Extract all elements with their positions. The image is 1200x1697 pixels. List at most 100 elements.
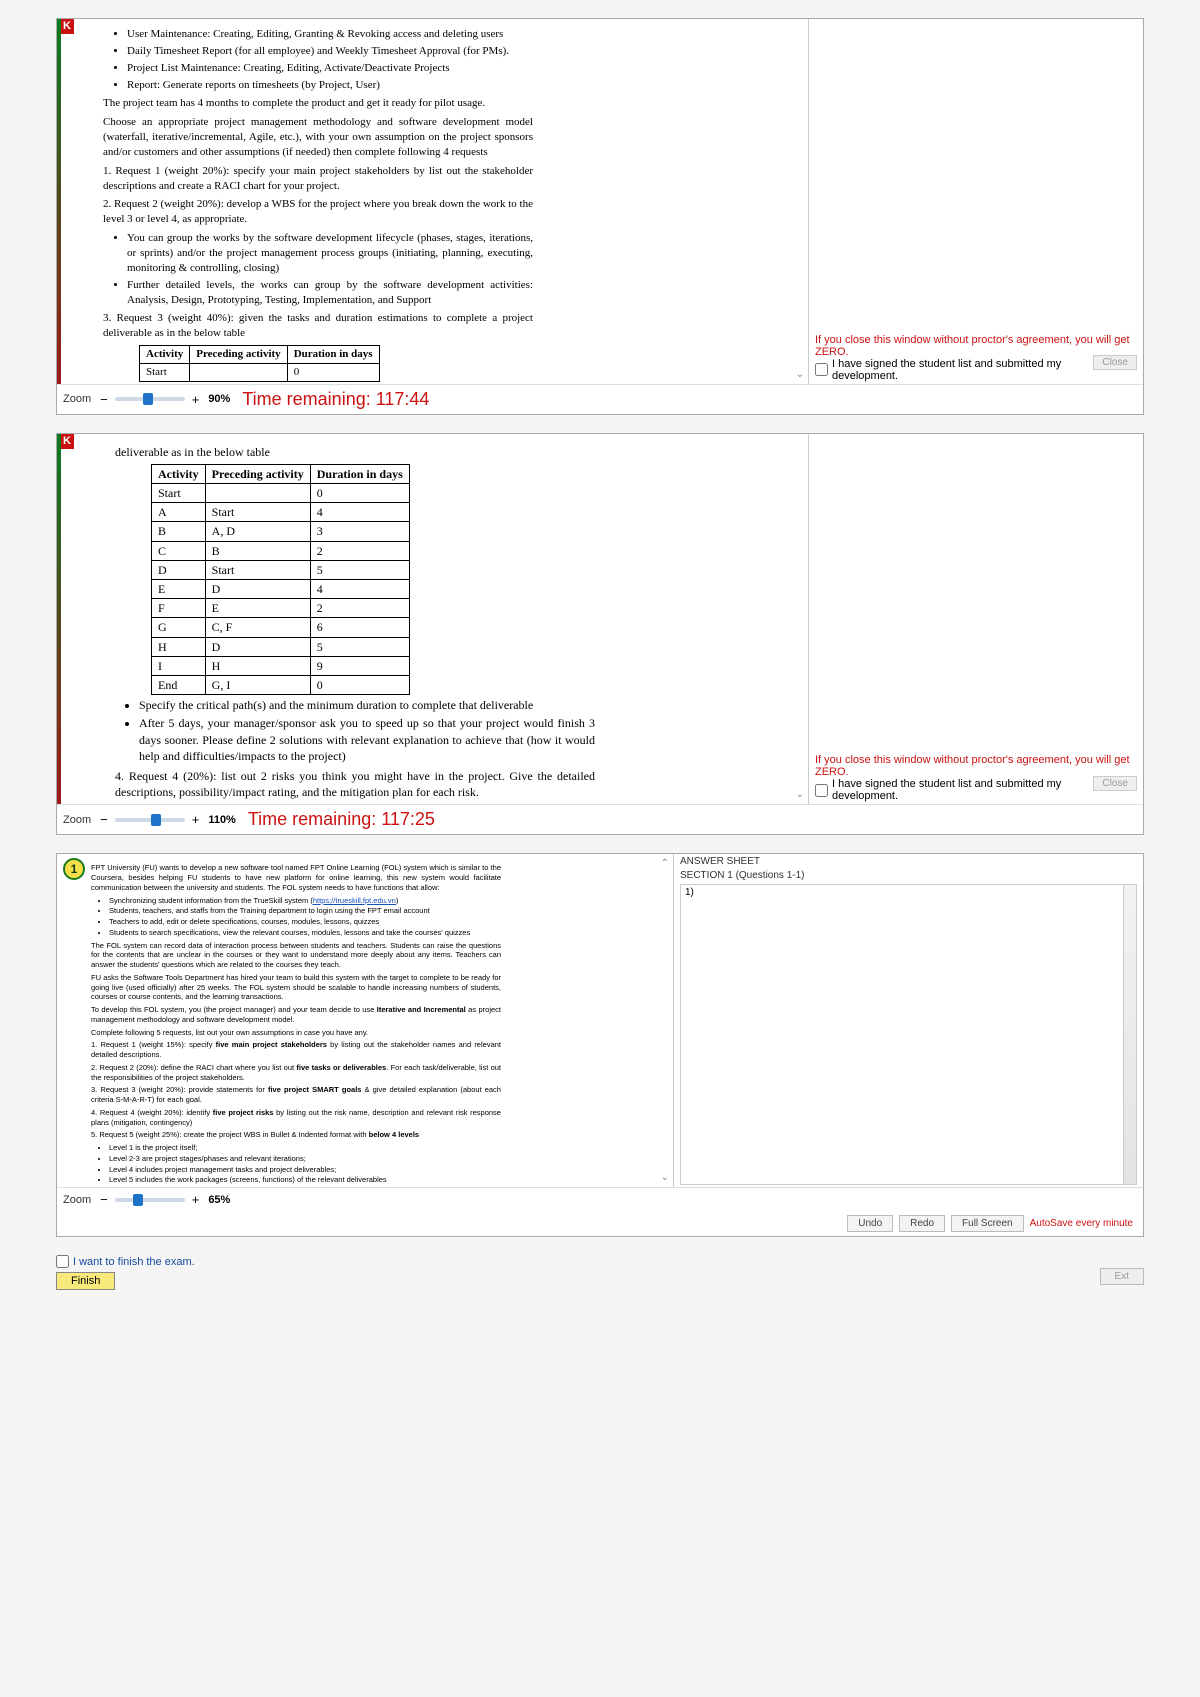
cell: 5 [310, 637, 409, 656]
zoom-out-button[interactable]: − [100, 392, 108, 407]
chevron-up-icon[interactable]: ⌃ [661, 858, 669, 869]
bullet: Synchronizing student information from t… [109, 896, 501, 906]
paragraph: The project team has 4 months to complet… [103, 96, 533, 111]
question-pane: 1 ⌃ ⌄ FPT University (FU) wants to devel… [57, 854, 673, 1187]
fullscreen-button[interactable]: Full Screen [951, 1215, 1024, 1232]
cell: E [205, 599, 310, 618]
cell: Start [140, 363, 190, 381]
paragraph: Choose an appropriate project management… [103, 115, 533, 160]
lead: deliverable as in the below table [115, 444, 595, 460]
request-3: 3. Request 3 (weight 40%): given the tas… [103, 311, 533, 341]
bullet: Level 2-3 are project stages/phases and … [109, 1154, 501, 1164]
close-button[interactable]: Close [1093, 776, 1137, 791]
proctor-warning: If you close this window without proctor… [815, 334, 1137, 358]
paragraph: Complete following 5 requests, list out … [91, 1028, 501, 1038]
cell: 2 [310, 541, 409, 560]
cell: B [152, 522, 206, 541]
cell: F [152, 599, 206, 618]
proctor-warning: If you close this window without proctor… [815, 754, 1137, 778]
timer: Time remaining: 117:25 [248, 809, 435, 830]
answer-textarea[interactable]: 1) [680, 884, 1137, 1185]
cell: 3 [310, 522, 409, 541]
request-1: 1. Request 1 (weight 20%): specify your … [103, 164, 533, 194]
chevron-down-icon[interactable]: ⌄ [796, 369, 804, 380]
question-pane: K deliverable as in the below table Acti… [61, 434, 808, 805]
app-badge: K [61, 19, 74, 34]
zoom-percent: 65% [208, 1194, 230, 1206]
request-2: 2. Request 2 (20%): define the RACI char… [91, 1063, 501, 1083]
zoom-in-button[interactable]: + [192, 812, 200, 827]
answer-pane: ANSWER SHEET SECTION 1 (Questions 1-1) 1… [673, 854, 1143, 1187]
cell: 0 [287, 363, 379, 381]
zoom-percent: 110% [208, 814, 236, 826]
question-number-badge: 1 [63, 858, 85, 880]
col-dur: Duration in days [287, 346, 379, 364]
request-4: 4. Request 4 (20%): list out 2 risks you… [115, 768, 595, 800]
cell: 0 [310, 484, 409, 503]
zoom-bar: Zoom − + 65% [57, 1187, 1143, 1211]
zoom-bar: Zoom − + 90% Time remaining: 117:44 [57, 384, 1143, 414]
zoom-in-button[interactable]: + [192, 392, 200, 407]
answer-sheet-label: ANSWER SHEET [674, 854, 1143, 869]
undo-button[interactable]: Undo [847, 1215, 893, 1232]
zoom-percent: 90% [208, 393, 230, 405]
timer: Time remaining: 117:44 [242, 389, 429, 410]
col-prec: Preceding activity [190, 346, 287, 364]
ext-button[interactable]: Ext [1100, 1268, 1144, 1285]
bullet: Level 1 is the project itself; [109, 1143, 501, 1153]
finish-checkbox[interactable] [56, 1255, 69, 1268]
zoom-slider[interactable] [115, 818, 185, 822]
redo-button[interactable]: Redo [899, 1215, 945, 1232]
activity-table: Activity Preceding activity Duration in … [151, 464, 410, 695]
request-1: 1. Request 1 (weight 15%): specify five … [91, 1040, 501, 1060]
app-badge: K [61, 434, 74, 449]
bullet: Students to search specifications, view … [109, 928, 501, 938]
cell: 6 [310, 618, 409, 637]
cell: 2 [310, 599, 409, 618]
cell: D [205, 580, 310, 599]
bullet: Report: Generate reports on timesheets (… [127, 78, 533, 93]
request-4: 4. Request 4 (weight 20%): identify five… [91, 1108, 501, 1128]
cell: Start [205, 560, 310, 579]
answer-text: 1) [685, 887, 694, 898]
footer: I want to finish the exam. Finish Ext [56, 1255, 1144, 1290]
agree-checkbox[interactable] [815, 363, 828, 376]
zoom-slider[interactable] [115, 397, 185, 401]
finish-button[interactable]: Finish [56, 1272, 115, 1290]
zoom-out-button[interactable]: − [100, 1192, 108, 1207]
bullet: After 5 days, your manager/sponsor ask y… [139, 715, 595, 764]
finish-label: I want to finish the exam. [73, 1256, 195, 1268]
trueskill-link[interactable]: https://trueskill.fpt.edu.vn [313, 896, 396, 905]
question-pane: K User Maintenance: Creating, Editing, G… [61, 19, 808, 384]
cell: H [205, 656, 310, 675]
answer-pane: If you close this window without proctor… [808, 19, 1143, 384]
cell: 4 [310, 580, 409, 599]
zoom-label: Zoom [63, 393, 91, 405]
agree-label: I have signed the student list and submi… [832, 778, 1089, 802]
request-2: 2. Request 2 (weight 20%): develop a WBS… [103, 197, 533, 227]
zoom-slider[interactable] [115, 1198, 185, 1202]
bullet: Level 4 includes project management task… [109, 1165, 501, 1175]
button-row: Undo Redo Full Screen AutoSave every min… [57, 1211, 1143, 1236]
bullet: Teachers to add, edit or delete specific… [109, 917, 501, 927]
chevron-down-icon[interactable]: ⌄ [661, 1172, 669, 1183]
cell: A, D [205, 522, 310, 541]
close-button[interactable]: Close [1093, 355, 1137, 370]
cell: C [152, 541, 206, 560]
cell: 5 [310, 560, 409, 579]
paragraph: FU asks the Software Tools Department ha… [91, 973, 501, 1002]
bullet: You can group the works by the software … [127, 231, 533, 276]
autosave-label: AutoSave every minute [1030, 1215, 1133, 1232]
agree-checkbox[interactable] [815, 784, 828, 797]
cell: H [152, 637, 206, 656]
col-activity: Activity [140, 346, 190, 364]
cell: I [152, 656, 206, 675]
cell: D [152, 560, 206, 579]
screenshot-3: 1 ⌃ ⌄ FPT University (FU) wants to devel… [56, 853, 1144, 1237]
zoom-in-button[interactable]: + [192, 1192, 200, 1207]
zoom-out-button[interactable]: − [100, 812, 108, 827]
col-dur: Duration in days [310, 464, 409, 483]
cell: 4 [310, 503, 409, 522]
section-label: SECTION 1 (Questions 1-1) [674, 869, 1143, 882]
chevron-down-icon[interactable]: ⌄ [796, 789, 804, 800]
